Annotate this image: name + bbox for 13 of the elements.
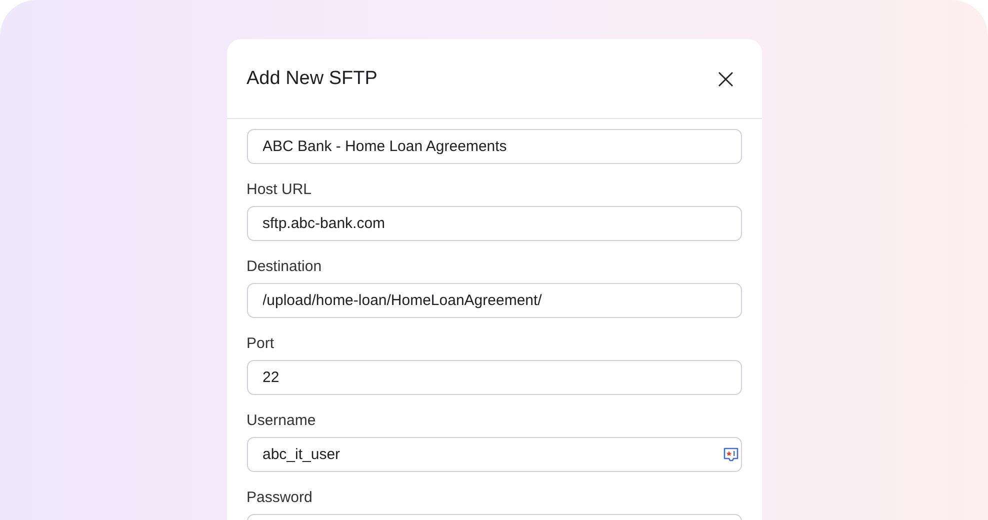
- field-label: Username: [246, 412, 317, 430]
- dialog-title: Add New SFTP: [246, 68, 378, 90]
- field-label: Password: [246, 489, 314, 507]
- close-button[interactable]: ×: [710, 64, 742, 92]
- field-label: Port: [246, 335, 276, 353]
- field-label: Host URL: [246, 181, 313, 199]
- input-field[interactable]: /upload/home-loan/HomeLoanAgreement/: [246, 283, 742, 318]
- input-field[interactable]: ABC Bank - Home Loan Agreements: [246, 129, 742, 164]
- input-field[interactable]: 22: [246, 360, 742, 395]
- input-field[interactable]: sftp.abc-bank.com: [246, 206, 742, 241]
- input-field[interactable]: abc_it_user: [246, 437, 742, 472]
- field-label: Destination: [246, 258, 323, 276]
- autofill-icon[interactable]: [722, 447, 738, 463]
